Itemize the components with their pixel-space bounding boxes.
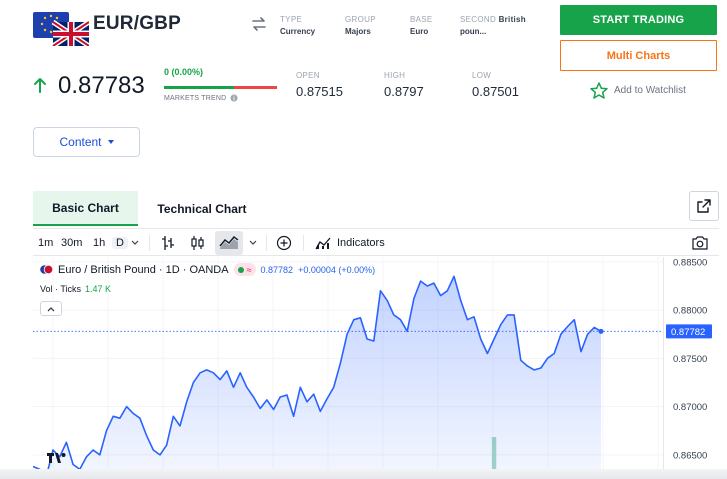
indicators-icon	[315, 237, 331, 249]
price-change: 0 (0.00%)	[164, 67, 204, 77]
y-tick-label: 0.87000	[673, 402, 707, 413]
interval-1h[interactable]: 1h	[93, 229, 105, 256]
stat-high-key: HIGH	[384, 71, 406, 80]
price-axis-border	[663, 257, 664, 479]
meta-base-value: Euro	[410, 27, 429, 36]
meta-second: SECOND British poun...	[460, 14, 526, 38]
stat-open: OPEN 0.87515	[296, 71, 343, 99]
meta-group-key: GROUP	[345, 15, 376, 24]
y-tick-label: 0.86500	[673, 450, 707, 461]
external-link-icon	[697, 199, 711, 213]
info-icon[interactable]	[230, 94, 238, 102]
chart-toolbar: 1m 30m 1h D Indicators	[33, 228, 719, 256]
collapse-legend-button[interactable]	[40, 301, 62, 316]
last-price-marker	[598, 328, 604, 334]
plus-circle-icon	[276, 235, 292, 250]
compare-button[interactable]	[276, 229, 292, 256]
star-icon	[590, 82, 608, 99]
legend-symbol: Euro / British Pound · 1D · OANDA	[58, 263, 229, 276]
meta-group: GROUP Majors	[345, 14, 376, 38]
interval-d-label: D	[112, 236, 128, 249]
camera-icon	[692, 235, 708, 250]
meta-second-value: poun...	[460, 27, 487, 36]
stat-open-key: OPEN	[296, 71, 320, 80]
y-tick-label: 0.87500	[673, 354, 707, 365]
y-tick-label: 0.88000	[673, 306, 707, 317]
interval-dropdown[interactable]	[131, 229, 139, 256]
meta-base-key: BASE	[410, 15, 433, 24]
market-trend-bar	[164, 86, 277, 89]
chevron-up-icon	[47, 306, 55, 311]
bottom-edge	[0, 469, 727, 479]
interval-1m[interactable]: 1m	[38, 229, 53, 256]
tab-technical-chart[interactable]: Technical Chart	[146, 191, 258, 226]
volume-legend: Vol · Ticks 1.47 K	[40, 284, 111, 294]
price-chart[interactable]: 0.88500 0.88000 0.87500 0.87000 0.86500 0.877…	[33, 257, 727, 479]
meta-type-value: Currency	[280, 27, 316, 36]
content-dropdown-label: Content	[59, 135, 102, 149]
stat-open-value: 0.87515	[296, 84, 343, 99]
toolbar-divider	[303, 235, 304, 251]
candles-icon	[191, 235, 204, 250]
swap-icon[interactable]	[250, 16, 268, 32]
market-trend-fill	[164, 86, 235, 89]
bars-icon	[162, 235, 174, 250]
interval-30m[interactable]: 30m	[61, 229, 82, 256]
market-trend-text: MARKETS TREND	[164, 94, 227, 102]
toolbar-divider	[266, 235, 267, 251]
indicators-label: Indicators	[337, 236, 385, 249]
caret-down-icon	[107, 140, 114, 144]
eur-gbp-flag-icon	[33, 12, 89, 46]
meta-type: TYPE Currency	[280, 14, 315, 38]
bar-type-button[interactable]	[161, 229, 175, 256]
stat-low-value: 0.87501	[472, 84, 519, 99]
chevron-down-icon	[249, 240, 257, 245]
chart-legend: Euro / British Pound · 1D · OANDA ≈ 0.87…	[40, 263, 375, 276]
stat-low: LOW 0.87501	[472, 71, 519, 99]
meta-group-value: Majors	[345, 27, 371, 36]
add-to-watchlist-button[interactable]: Add to Watchlist	[590, 82, 686, 99]
meta-second-key-bold: British	[498, 15, 526, 24]
arrow-up-icon	[34, 78, 46, 93]
stat-low-key: LOW	[472, 71, 492, 80]
last-price-label: 0.87782	[671, 327, 705, 338]
tab-basic-chart[interactable]: Basic Chart	[33, 191, 138, 226]
legend-change: +0.00004 (+0.00%)	[298, 264, 376, 275]
meta-type-key: TYPE	[280, 15, 303, 24]
open-external-button[interactable]	[689, 191, 719, 221]
volume-value: 1.47 K	[85, 284, 112, 294]
area-chart-active-bg	[215, 230, 243, 255]
legend-price: 0.87782	[260, 264, 294, 275]
page: EUR/GBP TYPE Currency GROUP Majors BASE …	[0, 0, 727, 479]
chevron-down-icon	[131, 240, 139, 245]
current-price: 0.87783	[58, 72, 145, 99]
price-area	[33, 276, 601, 479]
interval-d[interactable]: D	[112, 229, 128, 256]
indicators-button[interactable]: Indicators	[315, 229, 385, 256]
stat-high-value: 0.8797	[384, 84, 424, 99]
content-dropdown[interactable]: Content	[33, 127, 140, 157]
symbol-flag-icon	[40, 264, 53, 275]
y-tick-label: 0.88500	[673, 257, 707, 268]
stat-high: HIGH 0.8797	[384, 71, 424, 99]
volume-label: Vol · Ticks	[40, 284, 82, 294]
area-chart-icon	[219, 235, 239, 249]
meta-second-key: SECOND British	[460, 14, 526, 26]
start-trading-button[interactable]: START TRADING	[560, 5, 717, 35]
market-status-pill[interactable]: ≈	[233, 263, 256, 276]
snapshot-button[interactable]	[691, 229, 709, 256]
approx-icon: ≈	[246, 264, 252, 275]
market-trend-label: MARKETS TREND	[164, 94, 238, 102]
area-chart-button[interactable]	[215, 229, 243, 256]
meta-base: BASE Euro	[410, 14, 433, 38]
meta-second-key-text: SECOND	[460, 15, 497, 24]
status-dot	[237, 266, 244, 273]
chart-type-dropdown[interactable]	[249, 229, 257, 256]
pair-title: EUR/GBP	[93, 13, 181, 34]
toolbar-divider	[149, 235, 150, 251]
candles-button[interactable]	[190, 229, 206, 256]
multi-charts-button[interactable]: Multi Charts	[560, 40, 717, 71]
watchlist-label: Add to Watchlist	[614, 85, 686, 96]
